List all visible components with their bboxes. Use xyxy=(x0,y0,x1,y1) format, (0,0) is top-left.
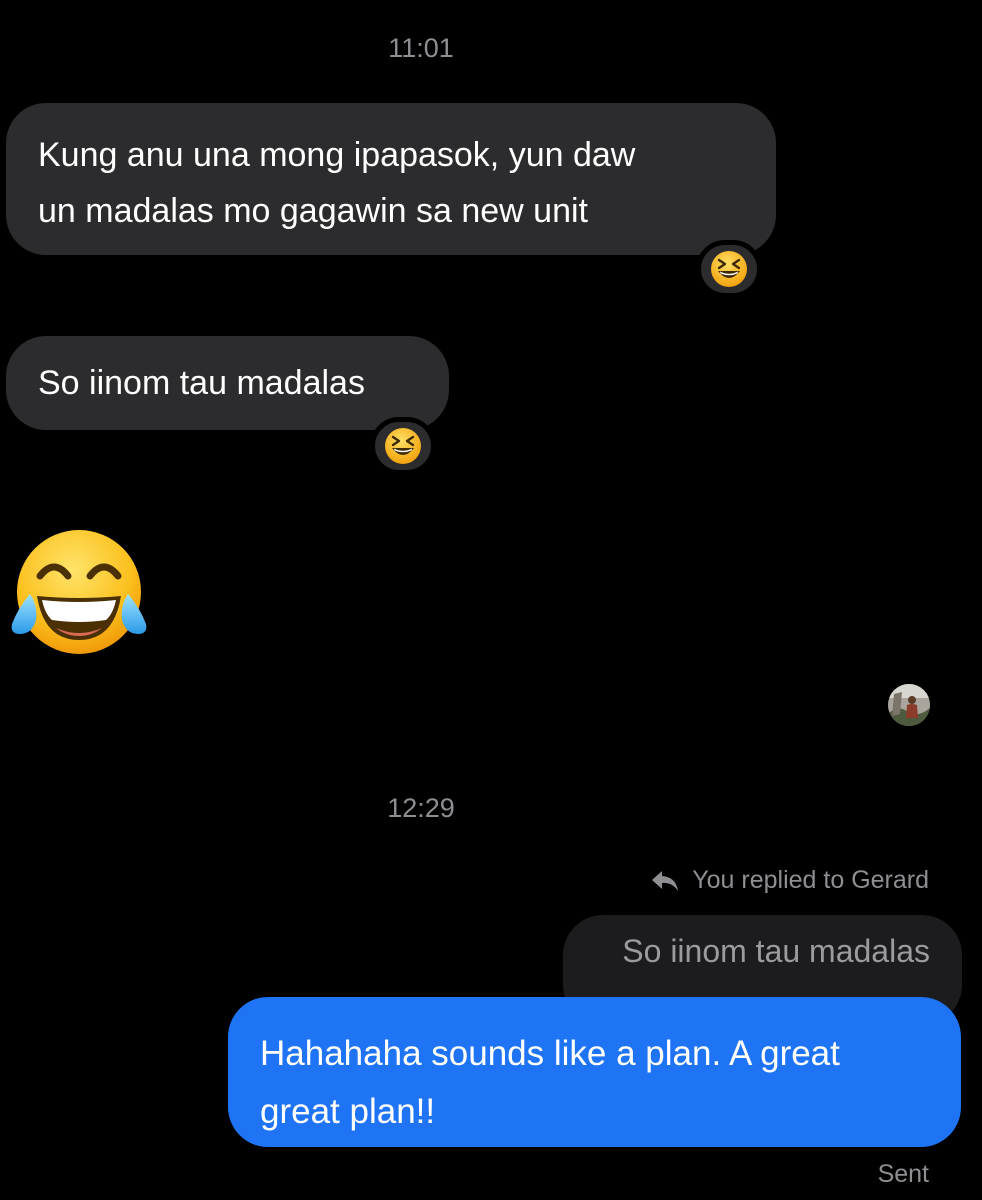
avatar-photo-icon xyxy=(888,684,930,726)
message-reaction[interactable] xyxy=(696,240,762,298)
incoming-message-bubble[interactable]: So iinom tau madalas xyxy=(6,336,449,430)
grinning-squinting-face-emoji xyxy=(385,428,421,464)
quoted-message-text: So iinom tau madalas xyxy=(622,933,930,969)
reply-arrow-icon xyxy=(652,870,679,891)
message-line: Kung anu una mong ipapasok, yun daw xyxy=(38,136,636,174)
reply-label-text: You replied to Gerard xyxy=(692,866,929,894)
message-line: un madalas mo gagawin sa new unit xyxy=(38,192,588,230)
emoji-message[interactable] xyxy=(10,528,148,658)
read-receipt-avatar xyxy=(888,684,930,726)
message-line: great plan!! xyxy=(260,1092,436,1131)
message-reaction[interactable] xyxy=(370,417,436,475)
timestamp: 11:01 xyxy=(388,33,454,63)
face-with-tears-of-joy-emoji xyxy=(11,530,147,654)
message-status: Sent xyxy=(877,1160,929,1188)
message-line: So iinom tau madalas xyxy=(38,364,365,402)
outgoing-message-bubble[interactable]: Hahahaha sounds like a plan. A great gre… xyxy=(228,997,961,1147)
timestamp: 12:29 xyxy=(387,793,455,823)
grinning-squinting-face-emoji xyxy=(711,251,747,287)
incoming-message-bubble[interactable]: Kung anu una mong ipapasok, yun daw un m… xyxy=(6,103,776,255)
reply-label: You replied to Gerard xyxy=(650,866,929,895)
message-line: Hahahaha sounds like a plan. A great xyxy=(260,1034,840,1073)
